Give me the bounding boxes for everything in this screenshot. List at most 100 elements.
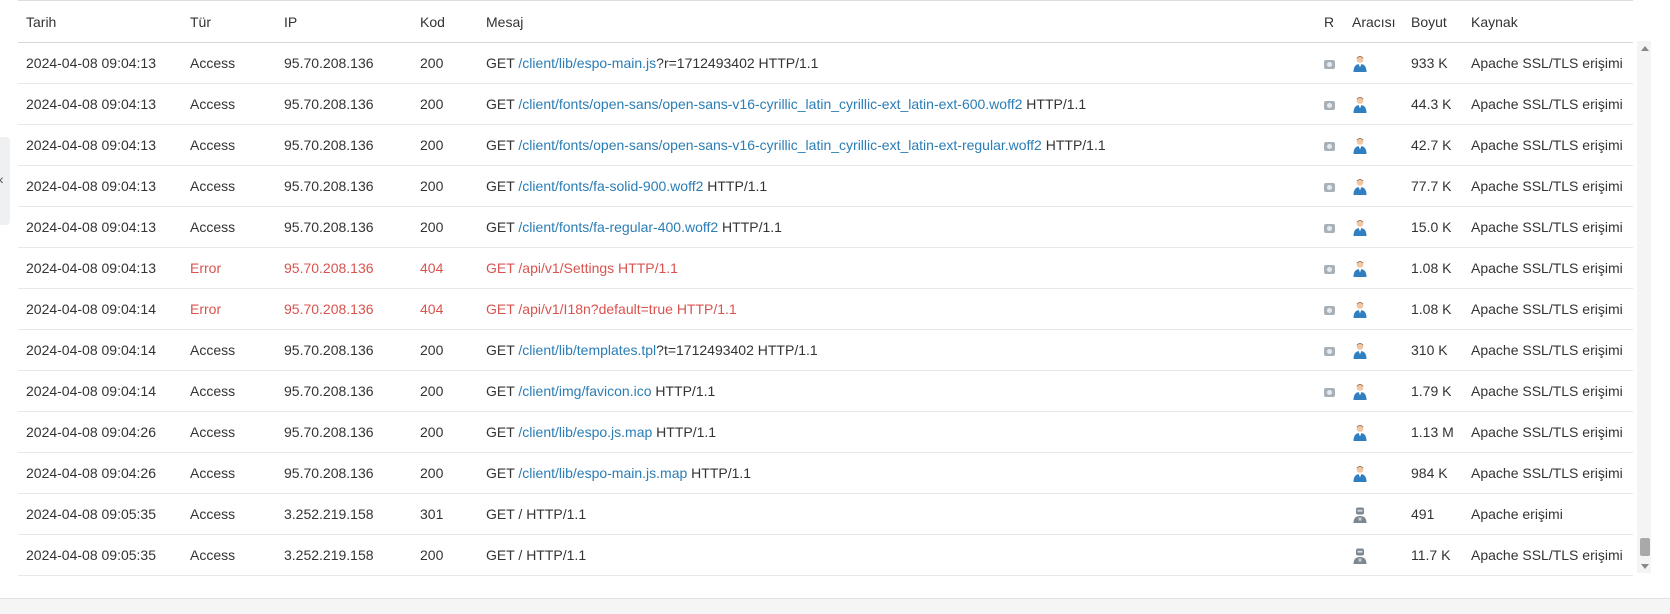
column-header-agent[interactable]: Aracısı bbox=[1344, 1, 1403, 43]
table-row[interactable]: 2024-04-08 09:05:35 Access 3.252.219.158 30… bbox=[18, 493, 1633, 535]
column-header-ip[interactable]: IP bbox=[276, 1, 412, 43]
cell-source: Apache SSL/TLS erişimi bbox=[1463, 42, 1633, 84]
message-path-link[interactable]: /client/fonts/fa-regular-400.woff2 bbox=[518, 219, 718, 235]
message-path-link[interactable]: /client/lib/espo-main.js.map bbox=[518, 465, 687, 481]
table-row[interactable]: 2024-04-08 09:04:13 Access 95.70.208.136 20… bbox=[18, 165, 1633, 207]
cell-message: GET /client/lib/espo-main.js?r=171249340… bbox=[478, 42, 1316, 84]
user-icon[interactable] bbox=[1352, 464, 1368, 482]
table-row[interactable]: 2024-04-08 09:04:14 Error 95.70.208.136 404… bbox=[18, 288, 1633, 330]
cell-source: Apache SSL/TLS erişimi bbox=[1463, 206, 1633, 248]
message-protocol: HTTP/1.1 bbox=[1022, 96, 1087, 112]
message-query: ?r=1712493402 bbox=[656, 55, 755, 71]
sidebar-collapse-tab[interactable]: ‹ bbox=[0, 137, 10, 225]
cell-size: 1.79 K bbox=[1403, 370, 1463, 412]
scrollbar-thumb[interactable] bbox=[1640, 538, 1650, 556]
cell-message: GET / HTTP/1.1 bbox=[478, 493, 1316, 535]
cell-date: 2024-04-08 09:05:35 bbox=[18, 493, 182, 535]
vertical-scrollbar[interactable] bbox=[1637, 41, 1651, 573]
cell-ip: 95.70.208.136 bbox=[276, 42, 412, 84]
user-icon[interactable] bbox=[1352, 136, 1368, 154]
table-row[interactable]: 2024-04-08 09:05:35 Access 3.252.219.158 20… bbox=[18, 534, 1633, 576]
message-path-link[interactable]: /client/fonts/fa-solid-900.woff2 bbox=[518, 178, 703, 194]
user-icon[interactable] bbox=[1352, 382, 1368, 400]
cell-date: 2024-04-08 09:05:35 bbox=[18, 534, 182, 576]
eye-icon[interactable] bbox=[1324, 387, 1335, 397]
table-row[interactable]: 2024-04-08 09:04:26 Access 95.70.208.136 20… bbox=[18, 411, 1633, 453]
cell-date: 2024-04-08 09:04:13 bbox=[18, 124, 182, 166]
cell-ip: 95.70.208.136 bbox=[276, 411, 412, 453]
message-protocol: HTTP/1.1 bbox=[687, 465, 752, 481]
message-path-link[interactable]: /client/fonts/open-sans/open-sans-v16-cy… bbox=[518, 96, 1022, 112]
cell-agent bbox=[1344, 206, 1403, 248]
scroll-down-arrow-icon[interactable] bbox=[1641, 564, 1649, 569]
cell-code: 200 bbox=[412, 83, 478, 125]
cell-r bbox=[1316, 534, 1344, 576]
table-row[interactable]: 2024-04-08 09:04:13 Error 95.70.208.136 404… bbox=[18, 247, 1633, 289]
column-header-size[interactable]: Boyut bbox=[1403, 1, 1463, 43]
cell-ip: 95.70.208.136 bbox=[276, 83, 412, 125]
message-protocol: HTTP/1.1 bbox=[718, 219, 782, 235]
user-icon[interactable] bbox=[1352, 300, 1368, 318]
message-path-link[interactable]: /client/lib/templates.tpl bbox=[518, 342, 656, 358]
user-icon[interactable] bbox=[1352, 54, 1368, 72]
user-icon[interactable] bbox=[1352, 177, 1368, 195]
scroll-up-arrow-icon[interactable] bbox=[1641, 46, 1649, 51]
cell-r bbox=[1316, 165, 1344, 207]
bot-icon[interactable] bbox=[1352, 505, 1368, 523]
cell-agent bbox=[1344, 124, 1403, 166]
message-path-link[interactable]: /client/img/favicon.ico bbox=[518, 383, 651, 399]
column-header-source[interactable]: Kaynak bbox=[1463, 1, 1633, 43]
cell-message: GET /api/v1/Settings HTTP/1.1 bbox=[478, 247, 1316, 289]
message-path-link[interactable]: /client/lib/espo.js.map bbox=[518, 424, 652, 440]
eye-icon[interactable] bbox=[1324, 182, 1335, 192]
log-table-body: 2024-04-08 09:04:13 Access 95.70.208.136 20… bbox=[18, 42, 1633, 576]
table-row[interactable]: 2024-04-08 09:04:26 Access 95.70.208.136 20… bbox=[18, 452, 1633, 494]
cell-source: Apache SSL/TLS erişimi bbox=[1463, 411, 1633, 453]
table-row[interactable]: 2024-04-08 09:04:13 Access 95.70.208.136 20… bbox=[18, 124, 1633, 166]
cell-code: 200 bbox=[412, 329, 478, 371]
table-row[interactable]: 2024-04-08 09:04:14 Access 95.70.208.136 20… bbox=[18, 370, 1633, 412]
user-icon[interactable] bbox=[1352, 423, 1368, 441]
user-icon[interactable] bbox=[1352, 218, 1368, 236]
message-path-link[interactable]: /client/fonts/open-sans/open-sans-v16-cy… bbox=[518, 137, 1041, 153]
column-header-r[interactable]: R bbox=[1316, 1, 1344, 43]
cell-type: Access bbox=[182, 124, 276, 166]
cell-code: 200 bbox=[412, 534, 478, 576]
cell-agent bbox=[1344, 534, 1403, 576]
cell-size: 42.7 K bbox=[1403, 124, 1463, 166]
table-row[interactable]: 2024-04-08 09:04:13 Access 95.70.208.136 20… bbox=[18, 83, 1633, 125]
cell-date: 2024-04-08 09:04:13 bbox=[18, 165, 182, 207]
column-header-type[interactable]: Tür bbox=[182, 1, 276, 43]
cell-code: 404 bbox=[412, 288, 478, 330]
cell-ip: 95.70.208.136 bbox=[276, 165, 412, 207]
table-row[interactable]: 2024-04-08 09:04:13 Access 95.70.208.136 20… bbox=[18, 206, 1633, 248]
cell-source: Apache SSL/TLS erişimi bbox=[1463, 247, 1633, 289]
eye-icon[interactable] bbox=[1324, 264, 1335, 274]
column-header-code[interactable]: Kod bbox=[412, 1, 478, 43]
eye-icon[interactable] bbox=[1324, 59, 1335, 69]
eye-icon[interactable] bbox=[1324, 100, 1335, 110]
eye-icon[interactable] bbox=[1324, 141, 1335, 151]
cell-type: Access bbox=[182, 83, 276, 125]
column-header-date[interactable]: Tarih bbox=[18, 1, 182, 43]
table-row[interactable]: 2024-04-08 09:04:14 Access 95.70.208.136 20… bbox=[18, 329, 1633, 371]
cell-code: 200 bbox=[412, 370, 478, 412]
eye-icon[interactable] bbox=[1324, 305, 1335, 315]
table-row[interactable]: 2024-04-08 09:04:13 Access 95.70.208.136 20… bbox=[18, 42, 1633, 84]
cell-message: GET /client/fonts/open-sans/open-sans-v1… bbox=[478, 124, 1316, 166]
user-icon[interactable] bbox=[1352, 341, 1368, 359]
eye-icon[interactable] bbox=[1324, 346, 1335, 356]
column-header-message[interactable]: Mesaj bbox=[478, 1, 1316, 43]
user-icon[interactable] bbox=[1352, 259, 1368, 277]
message-method: GET bbox=[486, 55, 515, 71]
cell-code: 200 bbox=[412, 411, 478, 453]
cell-code: 200 bbox=[412, 165, 478, 207]
cell-agent bbox=[1344, 42, 1403, 84]
user-icon[interactable] bbox=[1352, 95, 1368, 113]
cell-date: 2024-04-08 09:04:13 bbox=[18, 206, 182, 248]
bot-icon[interactable] bbox=[1352, 546, 1368, 564]
cell-code: 200 bbox=[412, 206, 478, 248]
message-path-link[interactable]: /client/lib/espo-main.js bbox=[518, 55, 656, 71]
cell-size: 1.08 K bbox=[1403, 288, 1463, 330]
eye-icon[interactable] bbox=[1324, 223, 1335, 233]
